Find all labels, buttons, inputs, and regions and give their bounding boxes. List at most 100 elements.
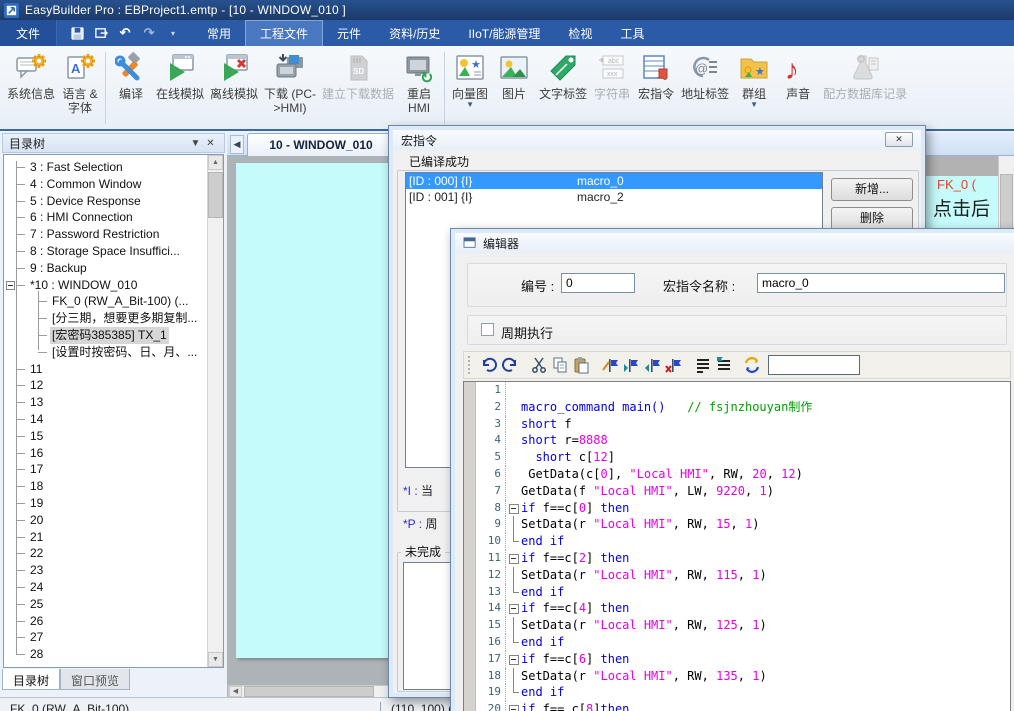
tree-item[interactable]: 15 [4, 428, 206, 445]
ribbon-online-simulation-button[interactable]: 在线模拟 [153, 50, 207, 103]
window-tab[interactable]: 10 - WINDOW_010 [247, 133, 395, 156]
tree-item[interactable]: 27 [4, 629, 206, 646]
find-replace-icon[interactable] [741, 355, 762, 376]
code-line[interactable]: 1 [476, 382, 1010, 399]
fold-collapse-icon[interactable] [506, 500, 521, 517]
tree-item[interactable]: 20 [4, 512, 206, 529]
delete-macro-button[interactable]: 删除 [831, 207, 913, 230]
chevron-down-icon[interactable]: ▼ [750, 102, 758, 108]
scroll-down-icon[interactable]: ▼ [208, 652, 223, 667]
indent-icon[interactable] [691, 355, 712, 376]
tree-item[interactable]: [分三期，想要更多期复制... [4, 310, 206, 327]
code-editor[interactable]: 12macro_command main() // fsjnzhouyan制作3… [463, 381, 1011, 711]
code-line[interactable]: 14if f==c[4] then [476, 600, 1010, 617]
tree-item[interactable]: 11 [4, 361, 206, 378]
tab-scroll-left-icon[interactable]: ◀ [230, 135, 244, 154]
tree-item[interactable]: 7 : Password Restriction [4, 226, 206, 243]
tree-item[interactable]: 23 [4, 562, 206, 579]
outdent-icon[interactable] [712, 355, 733, 376]
sidebar-tab-1[interactable]: 目录树 [2, 669, 60, 690]
bookmark-toggle-icon[interactable] [599, 355, 620, 376]
toolbar-options-icon[interactable]: ▾ [165, 25, 181, 41]
undo-blue-icon[interactable] [478, 355, 499, 376]
tree-item[interactable]: 5 : Device Response [4, 193, 206, 210]
code-line[interactable]: 18SetData(r "Local HMI", RW, 135, 1) [476, 668, 1010, 685]
fold-collapse-icon[interactable] [506, 701, 521, 711]
chevron-down-icon[interactable]: ▼ [466, 102, 474, 108]
macro-name-input[interactable] [757, 273, 1005, 293]
code-line[interactable]: 5 short c[12] [476, 449, 1010, 466]
tree-item[interactable]: 6 : HMI Connection [4, 209, 206, 226]
tree-item[interactable]: [宏密码385385] TX_1 [4, 327, 206, 344]
scroll-up-icon[interactable]: ▲ [208, 155, 223, 170]
ribbon-address-tag-button[interactable]: @地址标签 [678, 50, 732, 103]
menu-tab-2[interactable]: 工程文件 [245, 20, 323, 46]
tree-item[interactable]: 12 [4, 377, 206, 394]
menu-tab-6[interactable]: 检视 [554, 20, 606, 46]
ribbon-language-font-button[interactable]: A语言 & 字体 [58, 50, 102, 117]
periodic-execution-checkbox[interactable] [481, 323, 494, 336]
tree-item[interactable]: [设置时按密码、日、月、... [4, 344, 206, 361]
tree-item[interactable]: 24 [4, 579, 206, 596]
paste-icon[interactable] [570, 355, 591, 376]
redo-icon[interactable]: ↷ [141, 25, 157, 41]
code-line[interactable]: 20if f== c[8]then [476, 701, 1010, 711]
scrollbar-thumb[interactable] [1000, 174, 1013, 232]
collapse-expander-icon[interactable] [6, 281, 15, 290]
export-icon[interactable] [93, 25, 109, 41]
code-line[interactable]: 2macro_command main() // fsjnzhouyan制作 [476, 399, 1010, 416]
ribbon-text-label-button[interactable]: 文字标签 [536, 50, 590, 103]
tree-item[interactable]: 28 [4, 646, 206, 663]
redo-blue-icon[interactable] [499, 355, 520, 376]
macro-search-combobox[interactable] [768, 355, 860, 375]
ribbon-compile-button[interactable]: 编译 [109, 50, 153, 103]
scrollbar-thumb[interactable] [208, 172, 223, 218]
cut-icon[interactable] [528, 355, 549, 376]
ribbon-system-info-button[interactable]: 系统信息 [4, 50, 58, 103]
scrollbar-thumb[interactable] [244, 686, 374, 697]
ribbon-offline-simulation-button[interactable]: 离线模拟 [207, 50, 261, 103]
code-line[interactable]: 10end if [476, 533, 1010, 550]
bookmark-clear-icon[interactable] [662, 355, 683, 376]
file-menu-button[interactable]: 文件 [0, 20, 57, 46]
macro-list-item[interactable]: [ID : 001] {I}macro_2 [406, 189, 822, 205]
macro-dialog-titlebar[interactable]: 宏指令 [393, 130, 921, 150]
ribbon-group-button[interactable]: ★群组▼ [732, 50, 776, 110]
ribbon-macro-button[interactable]: 宏指令 [634, 50, 678, 103]
tree-item[interactable]: 22 [4, 545, 206, 562]
new-macro-button[interactable]: 新增... [831, 178, 913, 201]
ribbon-picture-button[interactable]: 图片 [492, 50, 536, 103]
fold-collapse-icon[interactable] [506, 550, 521, 567]
tree-item[interactable]: 14 [4, 411, 206, 428]
tree-scrollbar[interactable]: ▲ ▼ [207, 155, 223, 667]
code-line[interactable]: 13end if [476, 584, 1010, 601]
close-icon[interactable]: ✕ [885, 132, 913, 147]
code-line[interactable]: 9SetData(r "Local HMI", RW, 15, 1) [476, 516, 1010, 533]
menu-tab-4[interactable]: 资料/历史 [375, 20, 454, 46]
fold-collapse-icon[interactable] [506, 651, 521, 668]
tree-item[interactable]: 16 [4, 445, 206, 462]
sidebar-tab-2[interactable]: 窗口预览 [60, 669, 130, 690]
code-line[interactable]: 12SetData(r "Local HMI", RW, 115, 1) [476, 567, 1010, 584]
code-line[interactable]: 15SetData(r "Local HMI", RW, 125, 1) [476, 617, 1010, 634]
code-line[interactable]: 6 GetData(c[0], "Local HMI", RW, 20, 12) [476, 466, 1010, 483]
tree-item[interactable]: 3 : Fast Selection [4, 159, 206, 176]
menu-tab-7[interactable]: 工具 [606, 20, 658, 46]
panel-menu-dropdown-icon[interactable]: ▼ [188, 138, 203, 149]
ribbon-vector-graphics-button[interactable]: ★向量图▼ [448, 50, 492, 110]
tree-item[interactable]: 26 [4, 613, 206, 630]
copy-icon[interactable] [549, 355, 570, 376]
code-line[interactable]: 11if f==c[2] then [476, 550, 1010, 567]
code-line[interactable]: 4short r=8888 [476, 432, 1010, 449]
bookmark-prev-icon[interactable] [641, 355, 662, 376]
code-line[interactable]: 17if f==c[6] then [476, 651, 1010, 668]
fold-collapse-icon[interactable] [506, 600, 521, 617]
panel-close-icon[interactable]: ✕ [203, 138, 218, 149]
tree-item[interactable]: 8 : Storage Space Insuffici... [4, 243, 206, 260]
menu-tab-3[interactable]: 元件 [323, 20, 375, 46]
ribbon-sound-button[interactable]: ♪声音 [776, 50, 820, 103]
tree-item[interactable]: *10 : WINDOW_010 [4, 277, 206, 294]
code-line[interactable]: 3short f [476, 416, 1010, 433]
undo-icon[interactable]: ↶ [117, 25, 133, 41]
bookmark-next-icon[interactable] [620, 355, 641, 376]
